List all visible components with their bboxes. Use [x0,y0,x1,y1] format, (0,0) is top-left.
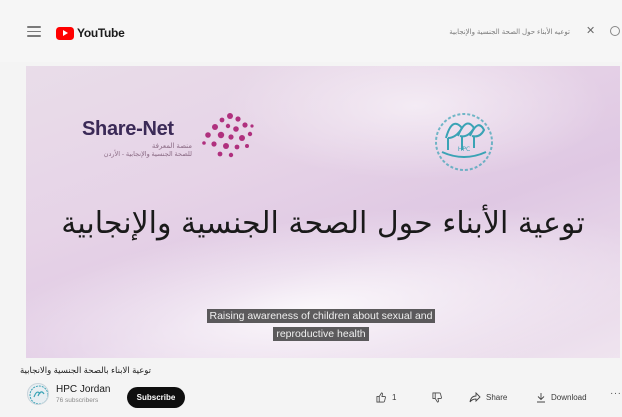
youtube-play-icon [56,26,74,40]
download-icon [537,393,545,403]
slide-title: توعية الأبناء حول الصحة الجنسية والإنجاب… [61,206,585,241]
thumbs-down-icon [432,392,442,403]
search-input[interactable]: توعيه الأبناء حول الصحة الجنسية والإنجاب… [449,28,570,36]
subscribe-button[interactable]: Subscribe [127,387,185,408]
more-options-icon[interactable]: ··· [610,388,622,399]
sharenet-logo: Share-Net منصة المعرفة للصحة الجنسية وال… [82,118,192,158]
video-title: توعية الابناء بالصحة الجنسية والانجابية [20,365,152,375]
sharenet-name: Share-Net [82,118,174,140]
dislike-button[interactable] [432,392,443,403]
top-bar: YouTube توعيه الأبناء حول الصحة الجنسية … [0,0,622,62]
thumbs-up-icon [376,392,386,403]
sharenet-dots-icon [202,113,254,158]
sharenet-subtitle-2: للصحة الجنسية والإنجابية - الأردن [103,151,192,158]
share-icon [469,392,481,403]
download-button[interactable]: Download [536,392,587,403]
hpc-logo-icon: HPC [435,113,493,171]
hpc-logo-label: HPC [458,146,470,153]
search-icon[interactable] [610,26,620,36]
logo-text: YouTube [77,26,125,40]
video-caption: Raising awareness of children about sexu… [194,306,448,342]
share-button[interactable]: Share [469,392,507,403]
like-button[interactable]: 1 [376,392,396,403]
caption-text: Raising awareness of children about sexu… [206,309,436,341]
share-label: Share [486,393,508,402]
like-count: 1 [392,393,397,402]
close-icon[interactable]: ✕ [586,25,595,37]
subscriber-count: 76 subscribers [56,397,99,404]
video-player[interactable]: Share-Net منصة المعرفة للصحة الجنسية وال… [26,66,620,358]
channel-avatar-icon [29,385,48,404]
menu-icon[interactable] [27,26,41,37]
youtube-logo[interactable]: YouTube [56,26,125,40]
avatar[interactable] [27,383,49,405]
download-label: Download [551,393,587,402]
channel-name[interactable]: HPC Jordan [56,384,110,395]
sharenet-subtitle: منصة المعرفة [151,143,192,150]
